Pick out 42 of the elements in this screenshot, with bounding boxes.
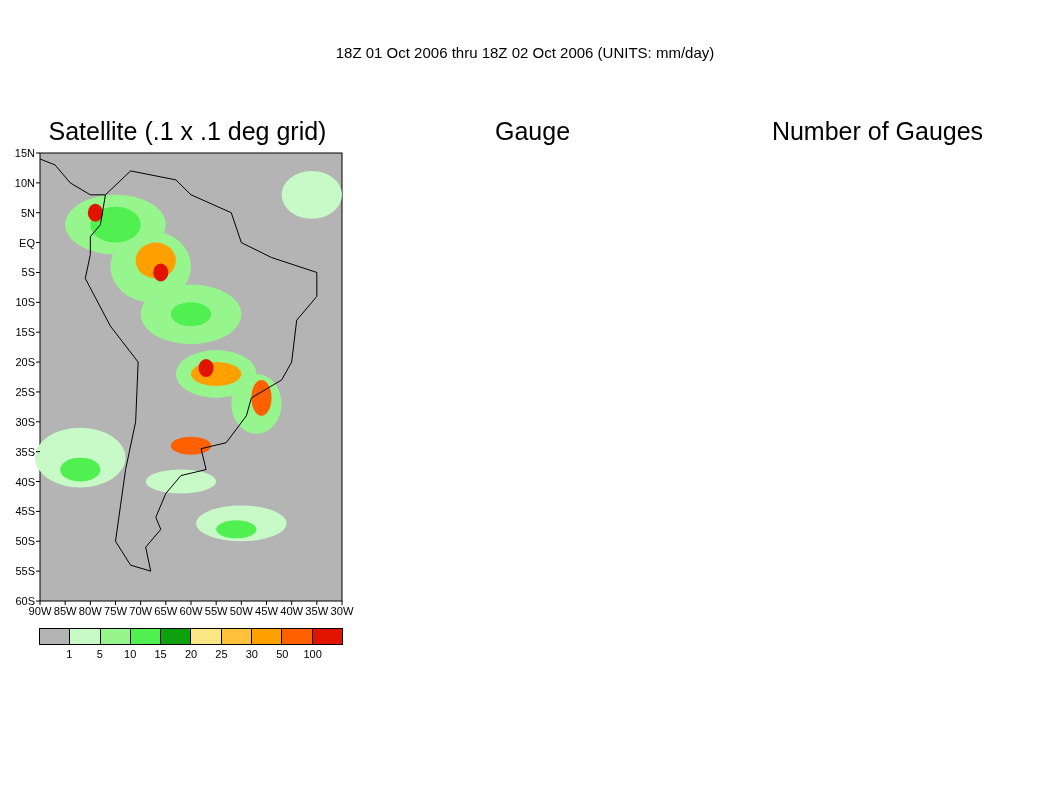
longitude-label: 75W — [104, 605, 127, 617]
latitude-label: 45S — [15, 505, 35, 518]
longitude-label: 55W — [204, 605, 228, 617]
longitude-label: 80W — [78, 605, 102, 617]
legend-label: 10 — [124, 647, 137, 662]
longitude-label: 65W — [154, 605, 177, 617]
latitude-label: 40S — [15, 475, 35, 488]
latitude-label: 55S — [15, 565, 35, 578]
legend-label: 5 — [96, 647, 103, 662]
legend-label: 25 — [215, 647, 228, 662]
latitude-label: 25S — [15, 385, 35, 398]
latitude-label: 10N — [14, 176, 35, 189]
latitude-label: 15N — [14, 147, 35, 159]
latitude-label: 10S — [15, 296, 35, 309]
legend-label: 1 — [66, 647, 73, 662]
latitude-label: 5S — [21, 266, 35, 279]
panel-title: Number of Gauges — [771, 115, 984, 147]
longitude-label: 50W — [229, 605, 253, 617]
legend-label: 50 — [276, 647, 289, 662]
longitude-label: 40W — [280, 605, 303, 617]
legend-label: 100 — [303, 647, 322, 662]
legend-label: 20 — [184, 647, 198, 662]
longitude-label: 30W — [330, 605, 354, 617]
latitude-label: 20S — [15, 356, 35, 369]
longitude-label: 35W — [305, 605, 328, 617]
longitude-label: 85W — [53, 605, 77, 617]
plot-title: 18Z 01 Oct 2006 thru 18Z 02 Oct 2006 (UNITS: mm/day) — [335, 43, 715, 63]
latitude-label: 35S — [15, 445, 35, 458]
legend-label: 15 — [154, 647, 167, 662]
latitude-label: 60S — [15, 595, 35, 607]
latitude-label: 30S — [15, 415, 35, 428]
longitude-label: 70W — [129, 605, 152, 617]
panel-title: Gauge — [494, 115, 571, 147]
longitude-label: 60W — [179, 605, 203, 617]
panel-title: Satellite (.1 x .1 deg grid) — [48, 115, 327, 147]
latitude-label: 50S — [15, 535, 35, 548]
latitude-label: EQ — [19, 236, 35, 249]
longitude-label: 90W — [28, 605, 52, 617]
longitude-label: 45W — [255, 605, 278, 617]
latitude-label: 5N — [20, 206, 35, 219]
legend-label: 30 — [245, 647, 258, 662]
latitude-label: 15S — [15, 326, 35, 339]
